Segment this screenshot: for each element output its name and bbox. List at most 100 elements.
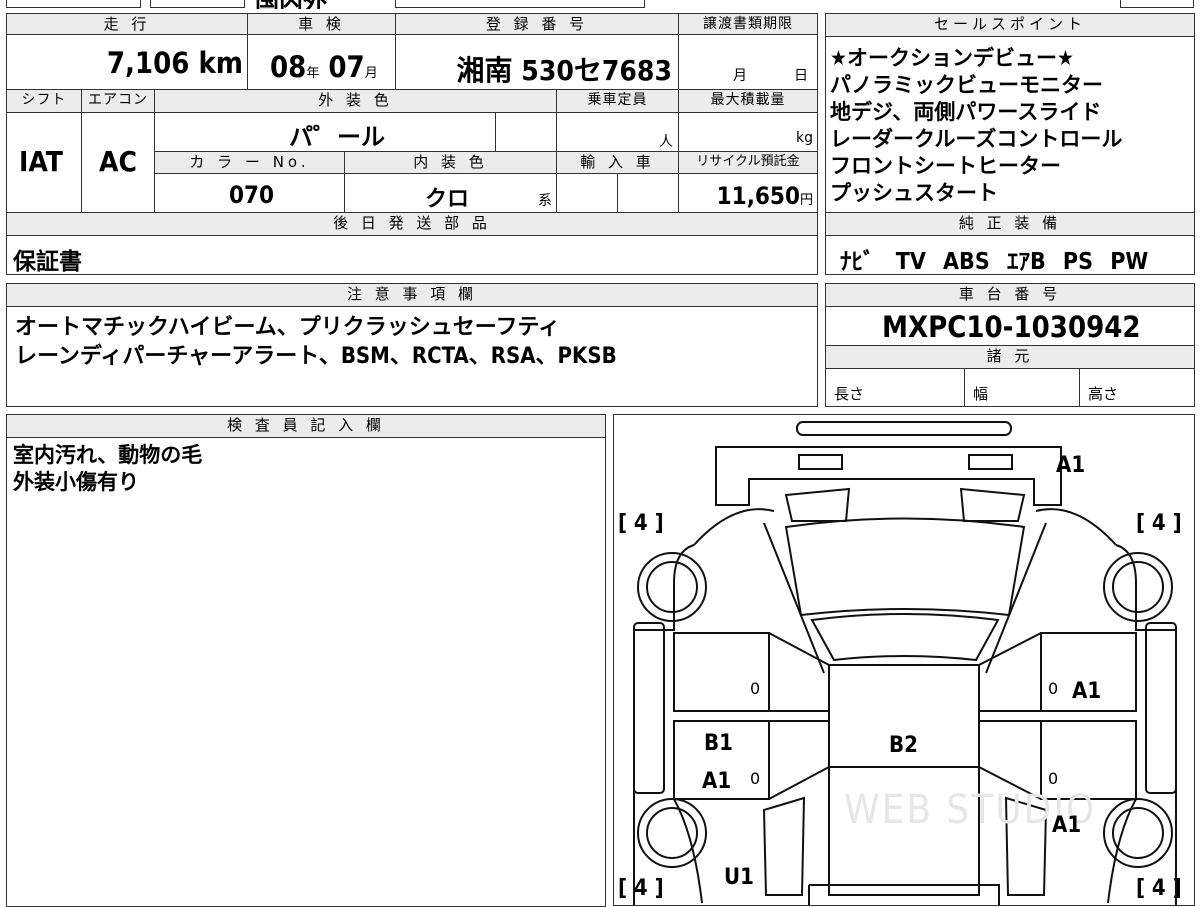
exterior-color-label: 外 装 色 <box>154 89 557 113</box>
max-load-label: 最大積載量 <box>678 89 818 113</box>
year-unit: 年 <box>306 66 320 81</box>
equipment-item: PW <box>1110 249 1149 275</box>
damage-mark-left-front-door: B1 <box>704 731 733 756</box>
equipment-item: ﾅﾋﾞ <box>840 249 875 275</box>
notes-line: レーンディパーチャーアラート、BSM、RCTA、RSA、PKSB <box>15 344 617 369</box>
mileage-label: 走 行 <box>6 13 248 35</box>
tire-rear-left-label: [ 4 ] <box>618 876 664 901</box>
transfer-label: 譲渡書類期限 <box>678 13 818 35</box>
height-label: 高さ <box>1088 385 1119 403</box>
shift-label: シフト <box>6 89 82 113</box>
import-cell-2 <box>617 173 679 213</box>
registration-cell: 湘南 530セ7683 <box>395 34 679 90</box>
damage-mark-left-rear-quarter: U1 <box>724 865 754 890</box>
transfer-cell: 月 日 <box>678 34 818 90</box>
exterior-color-extra <box>495 112 557 152</box>
tire-rear-right-label: [ 4 ] <box>1136 876 1182 901</box>
tire-front-left-label: [ 4 ] <box>618 511 664 536</box>
color-no-value: 070 <box>229 181 275 209</box>
capacity-unit: 人 <box>659 134 673 150</box>
recycle-cell: 11,650円 <box>678 173 818 213</box>
chassis-cell: MXPC10-1030942 <box>825 306 1195 346</box>
chassis-number: MXPC10-1030942 <box>882 310 1141 344</box>
sales-points-box: ★オークションデビュー★ パノラミックビューモニター 地デジ、両側パワースライド… <box>825 36 1195 213</box>
inspection-label: 車 検 <box>247 13 396 35</box>
shift-value: IAT <box>19 145 63 178</box>
inspector-box: 室内汚れ、動物の毛 外装小傷有り <box>6 437 606 907</box>
equipment-item: PS <box>1062 249 1093 275</box>
parts-value: 保証書 <box>13 249 82 275</box>
sales-point-line: プッシュスタート <box>830 181 998 205</box>
top-strip: 国内外 <box>0 0 1200 9</box>
sales-points-label: セールスポイント <box>825 13 1195 37</box>
dimension-length-cell: 長さ <box>825 368 965 407</box>
aircon-value: AC <box>99 145 137 178</box>
sales-point-line: 地デジ、両側パワースライド <box>830 100 1102 124</box>
notes-label: 注 意 事 項 欄 <box>6 283 818 307</box>
tire-front-right-label: [ 4 ] <box>1136 511 1182 536</box>
equipment-box: ﾅﾋﾞ TV ABS ｴｱB PS PW <box>825 235 1195 275</box>
inspector-line: 室内汚れ、動物の毛 <box>13 443 203 467</box>
damage-mark-left-rear-door: A1 <box>702 769 732 794</box>
zero-mark: 0 <box>750 679 761 698</box>
damage-mark-front-bumper: A1 <box>1056 453 1086 478</box>
inspector-label: 検 査 員 記 入 欄 <box>6 414 606 438</box>
mileage-cell: 7,106 km <box>6 34 248 90</box>
car-diagram: WEB STUDIO [ 4 ] [ 4 ] [ 4 ] [ 4 ] A1 A1… <box>613 414 1195 906</box>
length-label: 長さ <box>834 385 865 403</box>
exterior-color-value: パ゜ール <box>289 123 385 151</box>
sales-point-line: フロントシートヒーター <box>830 154 1061 178</box>
capacity-cell: 人 <box>556 112 679 152</box>
exterior-color-cell: パ゜ール <box>154 112 496 152</box>
equipment-item: TV <box>895 249 926 275</box>
dimension-width-cell: 幅 <box>964 368 1080 407</box>
width-label: 幅 <box>973 385 989 403</box>
interior-color-cell: クロ 系 <box>344 173 557 213</box>
interior-color-label: 内 装 色 <box>344 151 557 174</box>
capacity-label: 乗車定員 <box>556 89 679 113</box>
damage-mark-right-front-door: A1 <box>1072 679 1102 704</box>
equipment-label: 純 正 装 備 <box>825 212 1195 236</box>
notes-box: オートマチックハイビーム、プリクラッシュセーフティ レーンディパーチャーアラート… <box>6 306 818 407</box>
aircon-label: エアコン <box>81 89 155 113</box>
sales-point-line: ★オークションデビュー★ <box>830 46 1074 70</box>
interior-color-value: クロ <box>425 187 470 212</box>
recycle-fee-value: 11,650 <box>716 182 800 210</box>
shift-cell: IAT <box>6 112 82 213</box>
dimension-height-cell: 高さ <box>1079 368 1195 407</box>
inspection-month: 07 <box>328 50 365 84</box>
equipment-item: ｴｱB <box>1006 249 1046 275</box>
color-no-label: カ ラ ー No. <box>154 151 345 174</box>
parts-label: 後 日 発 送 部 品 <box>6 212 818 236</box>
top-fragment: 国内外 <box>255 0 327 9</box>
sales-point-line: レーダークルーズコントロール <box>830 127 1123 151</box>
month-unit: 月 <box>364 66 378 81</box>
parts-cell: 保証書 <box>6 235 818 275</box>
chassis-label: 車 台 番 号 <box>825 283 1195 307</box>
mileage-value: 7,106 <box>106 46 190 80</box>
color-no-cell: 070 <box>154 173 345 213</box>
transfer-day-unit: 日 <box>794 68 808 84</box>
notes-line: オートマチックハイビーム、プリクラッシュセーフティ <box>15 315 561 340</box>
damage-mark-right-rear-door: A1 <box>1052 813 1082 838</box>
sales-point-line: パノラミックビューモニター <box>830 73 1103 97</box>
inspection-cell: 08年 07月 <box>247 34 396 90</box>
equipment-item: ABS <box>943 249 990 275</box>
inspector-line: 外装小傷有り <box>13 470 139 494</box>
recycle-label: リサイクル預託金 <box>678 151 818 174</box>
registration-label: 登 録 番 号 <box>395 13 679 35</box>
interior-suffix: 系 <box>538 193 552 209</box>
max-load-unit: kg <box>796 130 813 146</box>
damage-mark-roof: B2 <box>889 733 918 758</box>
transfer-month-unit: 月 <box>733 68 747 84</box>
zero-mark: 0 <box>1048 769 1059 788</box>
inspection-year: 08 <box>270 50 307 84</box>
recycle-unit: 円 <box>799 193 813 208</box>
import-label: 輸 入 車 <box>556 151 679 174</box>
registration-value: 湘南 530セ7683 <box>456 54 672 87</box>
import-cell-1 <box>556 173 618 213</box>
mileage-unit: km <box>198 46 243 80</box>
max-load-cell: kg <box>678 112 818 152</box>
zero-mark: 0 <box>1048 679 1059 698</box>
zero-mark: 0 <box>750 769 761 788</box>
